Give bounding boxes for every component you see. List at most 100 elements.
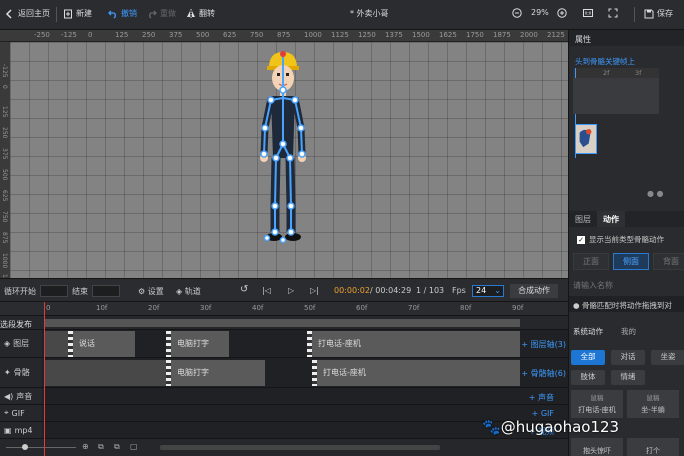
category-dialog[interactable]: 对话 xyxy=(611,350,645,365)
clip-phone[interactable]: 打电话-座机 xyxy=(317,360,520,386)
fps-select[interactable]: 24 ⌄ xyxy=(472,285,504,297)
zoom-in-button[interactable] xyxy=(557,8,567,18)
flip-button[interactable]: 翻转 xyxy=(186,8,215,19)
compose-action-button[interactable]: 合成动作 xyxy=(510,284,558,298)
current-time: 00:00:02 xyxy=(334,286,370,295)
publish-range-bar[interactable] xyxy=(44,319,520,327)
view-back[interactable]: 背面 xyxy=(653,253,684,270)
zoom-out-button[interactable] xyxy=(512,8,522,18)
timeline-tick: 30f xyxy=(200,304,212,312)
tab-system-actions[interactable]: 系统动作 xyxy=(573,326,603,337)
add-layer-track-button[interactable]: + 图层轴(3) xyxy=(521,339,566,350)
prev-frame-icon[interactable]: |◁ xyxy=(262,286,271,295)
zoom-in-icon[interactable]: ⊕ xyxy=(82,442,89,451)
ruler-tick: 250 xyxy=(1,127,8,139)
speaker-icon: ◀) xyxy=(4,391,14,401)
ruler-tick: 375 xyxy=(1,148,8,160)
frame-thumbnail[interactable] xyxy=(575,124,597,154)
ruler-tick: 500 xyxy=(196,31,210,39)
replay-icon[interactable]: ↺ xyxy=(240,284,248,295)
ruler-tick: 1000 xyxy=(304,31,322,39)
add-bone-track-button[interactable]: + 骨骼轴(6) xyxy=(521,368,566,379)
category-emotion[interactable]: 情绪 xyxy=(611,370,645,385)
zoom-slider-row: ⊕ ⧉ ⧉ ▢ xyxy=(0,439,568,456)
layers-icon: ◈ xyxy=(176,287,183,296)
ruler-tick: -125 xyxy=(1,64,8,78)
properties-header: 属性 xyxy=(575,35,591,44)
action-card-phone[interactable]: 鼠稿 打电话-座机 xyxy=(571,390,623,418)
settings-button[interactable]: ⚙ 设置 xyxy=(138,286,164,297)
redo-label: 重做 xyxy=(160,9,176,18)
ruler-tick: 250 xyxy=(142,31,156,39)
view-front[interactable]: 正面 xyxy=(573,253,609,270)
stage-canvas[interactable] xyxy=(10,42,568,278)
ruler-tick: 0 xyxy=(1,85,8,89)
back-home-button[interactable]: 返回主页 xyxy=(5,8,50,19)
action-card-hit[interactable]: 打个 xyxy=(627,438,679,456)
action-card-scared[interactable]: 抱头惊吓 xyxy=(571,438,623,456)
ruler-tick: 750 xyxy=(1,211,8,223)
actual-size-button[interactable] xyxy=(583,8,593,18)
copy-icon[interactable]: ⧉ xyxy=(98,442,104,452)
clip-talk[interactable]: 说话 xyxy=(73,331,135,357)
pager-dots[interactable]: ● ● xyxy=(647,189,664,198)
panel-tabs: 图层 动作 xyxy=(569,211,684,227)
category-limbs[interactable]: 肢体 xyxy=(571,370,605,385)
frame-counter: 1 / 103 xyxy=(416,286,445,295)
new-button[interactable]: 新建 xyxy=(63,8,92,19)
delete-icon[interactable]: ▢ xyxy=(130,442,138,451)
action-label: 坐-半躺 xyxy=(641,406,665,414)
layer-track-label: ◈ 图层 xyxy=(0,330,42,357)
timeline-zoom-slider[interactable] xyxy=(6,447,76,448)
undo-icon xyxy=(108,10,116,19)
search-action-input[interactable] xyxy=(573,278,681,292)
publish-row: 选段发布 xyxy=(0,316,568,330)
watermark: 🐾@hugaohao123 xyxy=(482,418,620,436)
category-sitting[interactable]: 坐姿 xyxy=(651,350,684,365)
loop-start-input[interactable] xyxy=(40,285,68,297)
track-button[interactable]: ◈ 轨道 xyxy=(176,286,201,297)
timeline-tick: 0 xyxy=(46,304,51,312)
character-thumbnail-icon xyxy=(579,129,592,148)
check-icon: ✓ xyxy=(577,235,585,244)
timeline-scrollbar[interactable] xyxy=(160,445,440,450)
info-icon: ● xyxy=(573,301,580,310)
ruler-tick: 1500 xyxy=(412,31,430,39)
chevron-down-icon: ⌄ xyxy=(494,286,501,295)
undo-button[interactable]: 撤销 xyxy=(108,8,137,19)
ruler-tick: 1000 xyxy=(1,253,8,269)
clip-typing[interactable]: 电脑打字 xyxy=(171,331,229,357)
action-card-half-lying[interactable]: 鼠稿 坐-半躺 xyxy=(627,390,679,418)
character-figure[interactable] xyxy=(253,46,313,256)
clip-typing[interactable]: 电脑打字 xyxy=(171,360,265,386)
play-icon[interactable]: ▷ xyxy=(288,286,294,295)
add-gif-button[interactable]: + GIF xyxy=(532,409,554,418)
redo-button[interactable]: 重做 xyxy=(147,8,176,19)
view-side[interactable]: 侧面 xyxy=(613,253,649,270)
category-all[interactable]: 全部 xyxy=(571,350,605,365)
paste-icon[interactable]: ⧉ xyxy=(114,442,120,452)
tab-actions[interactable]: 动作 xyxy=(597,211,625,227)
save-button[interactable]: 保存 xyxy=(644,8,673,19)
pin-icon: ⌖ xyxy=(4,408,9,417)
next-frame-icon[interactable]: ▷| xyxy=(310,286,319,295)
clip-phone[interactable]: 打电话-座机 xyxy=(312,331,520,357)
gear-icon: ⚙ xyxy=(138,287,146,296)
layers-icon: ◈ xyxy=(4,339,11,348)
tab-my-actions[interactable]: 我的 xyxy=(621,326,636,337)
chevron-left-icon xyxy=(5,8,12,19)
slider-handle[interactable] xyxy=(22,444,28,450)
tab-layers[interactable]: 图层 xyxy=(569,211,597,227)
fullscreen-button[interactable] xyxy=(608,8,618,18)
loop-end-input[interactable] xyxy=(92,285,120,297)
document-title: * 外卖小哥 xyxy=(350,9,389,18)
timeline-tick: 80f xyxy=(460,304,472,312)
ruler-tick: 1875 xyxy=(493,31,511,39)
ruler-tick: 0 xyxy=(88,31,93,39)
clip[interactable] xyxy=(44,360,166,386)
zoom-in-icon xyxy=(557,8,567,18)
show-bone-actions-checkbox[interactable]: ✓ 显示当前类型骨骼动作 xyxy=(577,234,664,245)
right-panel: 属性 头到骨骼关键帧上 2f 3f ● ● 图层 动作 ✓ 显示当前类型骨骼动作… xyxy=(568,30,684,456)
add-sound-button[interactable]: + 声音 xyxy=(529,392,554,403)
playhead[interactable] xyxy=(44,302,45,456)
